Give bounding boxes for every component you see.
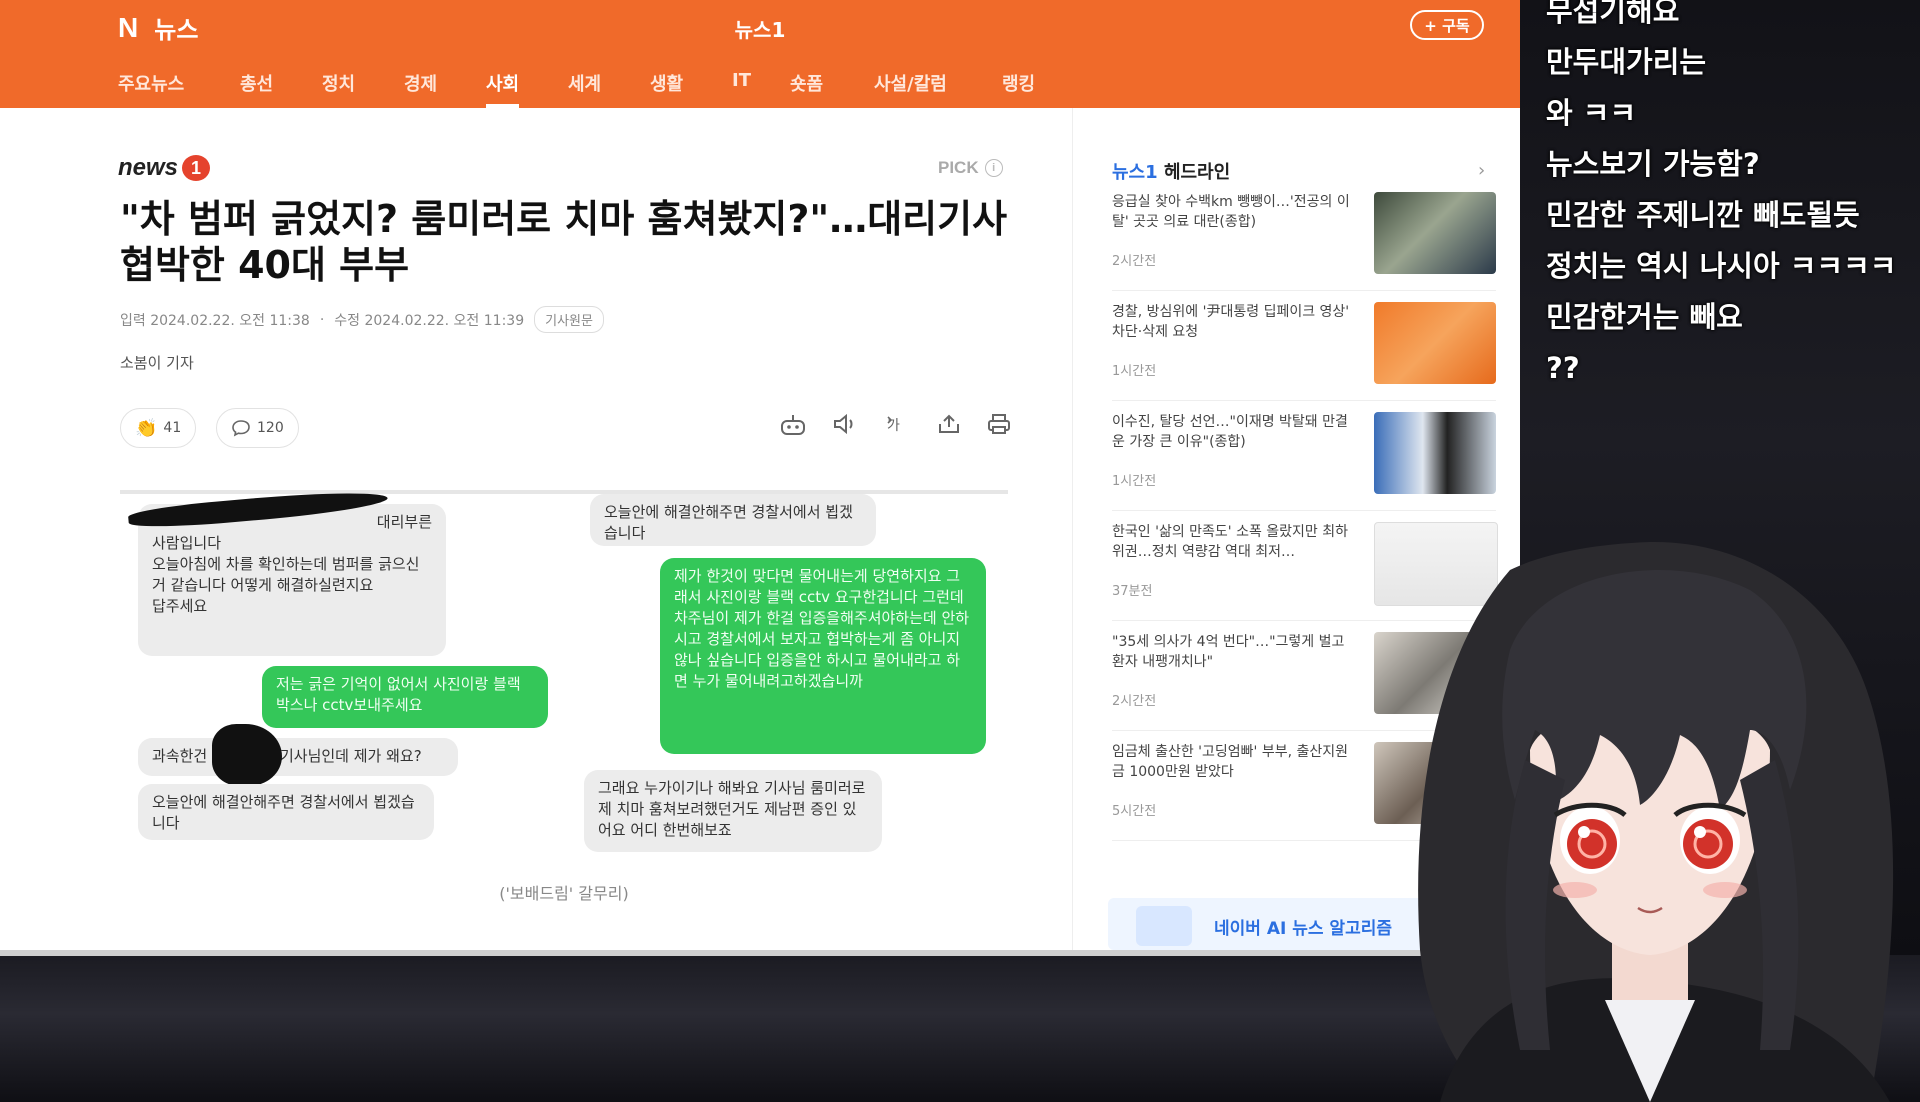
- headline-time: 1시간전: [1112, 364, 1157, 379]
- reporter-name[interactable]: 소봄이 기자: [120, 352, 194, 373]
- reaction-count: 41: [163, 420, 182, 436]
- info-icon: i: [984, 159, 1003, 177]
- comment-button[interactable]: 120: [216, 408, 299, 448]
- nav-item-ranking[interactable]: 랭킹: [1002, 70, 1035, 108]
- chat-message: 뉴스보기 가능함?: [1546, 147, 1760, 181]
- original-article-button[interactable]: 기사원문: [534, 306, 604, 333]
- news-topbar: N 뉴스 뉴스1 + 구독: [0, 0, 1520, 52]
- clap-icon: 👏: [135, 417, 158, 439]
- sidebar-title-rest: 헤드라인: [1163, 162, 1231, 183]
- chat-bubble-left-2: 과속한건 기사님인데 제가 왜요?: [138, 738, 458, 776]
- chat-screenshot-image: 대리부른 사람입니다 오늘아침에 차를 확인하는데 범퍼를 긁으신거 같습니다 …: [120, 486, 1008, 903]
- stream-chat-overlay: 무섭기해요 만두대가리는 와 ㅋㅋ 뉴스보기 가능함? 민감한 주제니깐 빼도될…: [1546, 0, 1906, 394]
- meta-separator: ·: [319, 311, 325, 328]
- headline-text: 임금체 출산한 '고딩엄빠' 부부, 출산지원금 1000만원 받았다: [1112, 744, 1349, 780]
- headline-time: 37분전: [1112, 584, 1153, 599]
- headline-text: 응급실 찾아 수백km 뺑뺑이…'전공의 이탈' 곳곳 의료 대란(종합): [1112, 194, 1350, 230]
- nav-item-shortform[interactable]: 숏폼: [790, 70, 823, 108]
- chat-message: ??: [1546, 351, 1580, 385]
- press-logo-number: 1: [182, 155, 211, 181]
- reaction-button[interactable]: 👏 41: [120, 408, 197, 448]
- chevron-right-icon[interactable]: ›: [1478, 160, 1485, 181]
- chat-bubble-green-1: 저는 긁은 기억이 없어서 사진이랑 블랙박스나 cctv보내주세요: [262, 666, 548, 728]
- nav-item-election[interactable]: 총선: [240, 70, 273, 108]
- nav-item-politics[interactable]: 정치: [322, 70, 355, 108]
- nav-item-it[interactable]: IT: [732, 70, 751, 108]
- headline-thumbnail: [1374, 192, 1496, 274]
- audio-read-icon[interactable]: [830, 412, 860, 442]
- image-caption: ('보배드림' 갈무리): [499, 884, 629, 903]
- ai-icon: [1136, 906, 1192, 946]
- nav-item-life[interactable]: 생활: [650, 70, 683, 108]
- comment-count: 120: [257, 420, 284, 436]
- nav-item-column[interactable]: 사설/칼럼: [874, 70, 947, 108]
- pick-label: PICK: [938, 158, 979, 177]
- pick-badge[interactable]: PICK i: [938, 158, 1003, 178]
- nav-item-society[interactable]: 사회: [486, 70, 520, 108]
- headline-time: 5시간전: [1112, 804, 1157, 819]
- column-divider: [1072, 108, 1073, 950]
- article-body: news 1 PICK i "차 범퍼 긁었지? 룸미러로 치마 훔쳐봤지?"……: [0, 108, 1070, 950]
- press-title[interactable]: 뉴스1: [0, 14, 1520, 43]
- article-meta: 입력 2024.02.22. 오전 11:38 · 수정 2024.02.22.…: [120, 306, 604, 333]
- chat-text: 사람입니다: [152, 534, 222, 552]
- chat-bubble-right-2: 그래요 누가이기나 해봐요 기사님 룸미러로 제 치마 훔쳐보려했던거도 제남편…: [584, 770, 882, 852]
- vtuber-avatar: [1418, 541, 1894, 1102]
- chat-bubble-left-3: 오늘안에 해결안해주면 경찰서에서 뵙겠습니다: [138, 784, 434, 840]
- headline-text: 이수진, 탈당 선언…"이재명 박탈돼 만결운 가장 큰 이유"(종합): [1112, 414, 1348, 450]
- headline-item[interactable]: 경찰, 방심위에 '尹대통령 딥페이크 영상' 차단·삭제 요청 1시간전: [1112, 302, 1496, 401]
- headline-text: 경찰, 방심위에 '尹대통령 딥페이크 영상' 차단·삭제 요청: [1112, 304, 1350, 340]
- nav-item-economy[interactable]: 경제: [404, 70, 437, 108]
- chat-bubble-right-1: 오늘안에 해결안해주면 경찰서에서 뵙겠습니다: [590, 494, 876, 546]
- browser-capture: N 뉴스 뉴스1 + 구독 주요뉴스 총선 정치 경제 사회 세계 생활 IT …: [0, 0, 1520, 956]
- share-icon[interactable]: [934, 412, 964, 442]
- comment-icon: [232, 420, 250, 437]
- chat-message: 정치는 역시 나시아 ㅋㅋㅋㅋ: [1546, 249, 1897, 283]
- press-logo-text: news: [118, 154, 179, 181]
- print-icon[interactable]: [984, 412, 1014, 442]
- headline-time: 2시간전: [1112, 694, 1157, 709]
- headline-time: 2시간전: [1112, 254, 1157, 269]
- headline-text: "35세 의사가 4억 번다"…"그렇게 벌고 환자 내팽개치나": [1112, 634, 1345, 670]
- chat-message: 만두대가리는: [1546, 45, 1707, 79]
- edit-time: 수정 2024.02.22. 오전 11:39: [334, 312, 525, 329]
- nav-item-main[interactable]: 주요뉴스: [118, 70, 184, 108]
- chat-message: 무섭기해요: [1546, 0, 1680, 28]
- chat-text: 답주세요: [152, 597, 208, 615]
- chat-text: 과속한건: [152, 747, 208, 765]
- headline-line-2: 협박한 40대 부부: [120, 243, 410, 287]
- headline-time: 1시간전: [1112, 474, 1157, 489]
- sidebar-title[interactable]: 뉴스1 헤드라인: [1112, 158, 1230, 184]
- chat-bubble-green-long: 제가 한것이 맞다면 물어내는게 당연하지요 그래서 사진이랑 블랙 cctv …: [660, 558, 986, 754]
- chat-message: 민감한거는 빼요: [1546, 300, 1743, 334]
- chat-bubble-left-1: 대리부른 사람입니다 오늘아침에 차를 확인하는데 범퍼를 긁으신거 같습니다 …: [138, 504, 446, 656]
- input-time: 입력 2024.02.22. 오전 11:38: [120, 312, 310, 329]
- chat-message: 와 ㅋㅋ: [1546, 96, 1637, 130]
- headline-thumbnail: [1374, 302, 1496, 384]
- svg-text:가: 가: [887, 418, 900, 434]
- article-headline: "차 범퍼 긁었지? 룸미러로 치마 훔쳐봤지?"…대리기사 협박한 40대 부…: [120, 196, 1020, 288]
- headline-item[interactable]: 응급실 찾아 수백km 뺑뺑이…'전공의 이탈' 곳곳 의료 대란(종합) 2시…: [1112, 192, 1496, 291]
- sidebar-title-brand: 뉴스1: [1112, 162, 1158, 183]
- headline-line-1: "차 범퍼 긁었지? 룸미러로 치마 훔쳐봤지?"…대리기사: [120, 197, 1008, 241]
- chat-message: 민감한 주제니깐 빼도될듯: [1546, 198, 1860, 232]
- nav-item-world[interactable]: 세계: [568, 70, 601, 108]
- subscribe-button[interactable]: + 구독: [1410, 10, 1484, 40]
- font-size-icon[interactable]: 가: [882, 412, 912, 442]
- chat-text: 기사님인데 제가 왜요?: [279, 747, 422, 765]
- chat-text: 오늘아침에 차를 확인하는데 범퍼를 긁으신거 같습니다 어떻게 해결하실련지요: [152, 555, 420, 594]
- headline-thumbnail: [1374, 412, 1496, 494]
- redaction-scribble: [212, 724, 282, 786]
- headline-text: 한국인 '삶의 만족도' 소폭 올랐지만 최하위권…정치 역량감 역대 최저…: [1112, 524, 1349, 560]
- headline-item[interactable]: 이수진, 탈당 선언…"이재명 박탈돼 만결운 가장 큰 이유"(종합) 1시간…: [1112, 412, 1496, 511]
- section-nav: 주요뉴스 총선 정치 경제 사회 세계 생활 IT 숏폼 사설/칼럼 랭킹: [0, 52, 1520, 108]
- summary-bot-icon[interactable]: [778, 412, 808, 442]
- press-logo[interactable]: news 1: [118, 154, 211, 182]
